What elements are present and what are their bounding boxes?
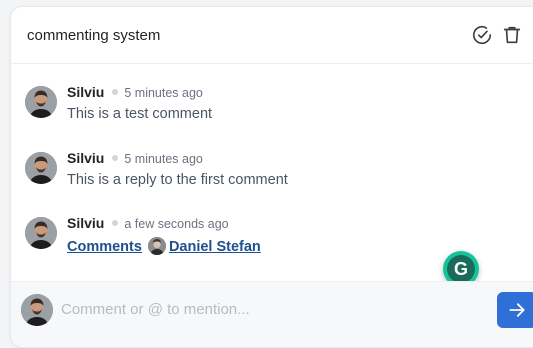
- grammarly-icon: G: [447, 255, 475, 283]
- comment-item: Silviu 5 minutes ago This is a reply to t…: [25, 150, 485, 198]
- avatar: [21, 294, 53, 326]
- comment-text: This is a test comment: [67, 106, 213, 122]
- mention-link[interactable]: Daniel Stefan: [169, 239, 261, 255]
- comment-author: Silviu: [67, 84, 105, 100]
- avatar: [25, 217, 57, 249]
- comment-time: 5 minutes ago: [124, 86, 203, 100]
- separator-dot: [112, 88, 119, 95]
- comment-meta: Silviu 5 minutes ago: [67, 84, 203, 102]
- avatar: [25, 152, 57, 184]
- mention-avatar: [147, 237, 166, 255]
- check-circle-icon[interactable]: [471, 24, 493, 46]
- comment-composer: [11, 281, 533, 347]
- comment-item: Silviu 5 minutes ago This is a test comme…: [25, 84, 485, 132]
- comment-meta: Silviu 5 minutes ago: [67, 150, 203, 168]
- separator-dot: [112, 154, 119, 161]
- thread-title: commenting system: [27, 27, 161, 44]
- mention-link[interactable]: Comments: [67, 239, 142, 255]
- send-button[interactable]: [497, 292, 533, 328]
- comment-thread-panel: commenting system Silviu 5 minutes ago T…: [10, 6, 533, 348]
- separator-dot: [112, 219, 119, 226]
- comment-time: 5 minutes ago: [124, 152, 203, 166]
- trash-icon[interactable]: [501, 24, 523, 46]
- comment-author: Silviu: [67, 215, 105, 231]
- comment-time: a few seconds ago: [124, 217, 229, 231]
- arrow-right-icon: [509, 303, 525, 317]
- comment-item: Silviu a few seconds ago Comments Daniel S…: [25, 215, 485, 263]
- comment-text: Comments Daniel Stefan: [67, 237, 261, 255]
- comment-text: This is a reply to the first comment: [67, 172, 288, 188]
- comment-author: Silviu: [67, 150, 105, 166]
- thread-header: commenting system: [11, 7, 533, 64]
- comment-input[interactable]: [61, 298, 481, 320]
- avatar: [25, 86, 57, 118]
- comment-meta: Silviu a few seconds ago: [67, 215, 229, 233]
